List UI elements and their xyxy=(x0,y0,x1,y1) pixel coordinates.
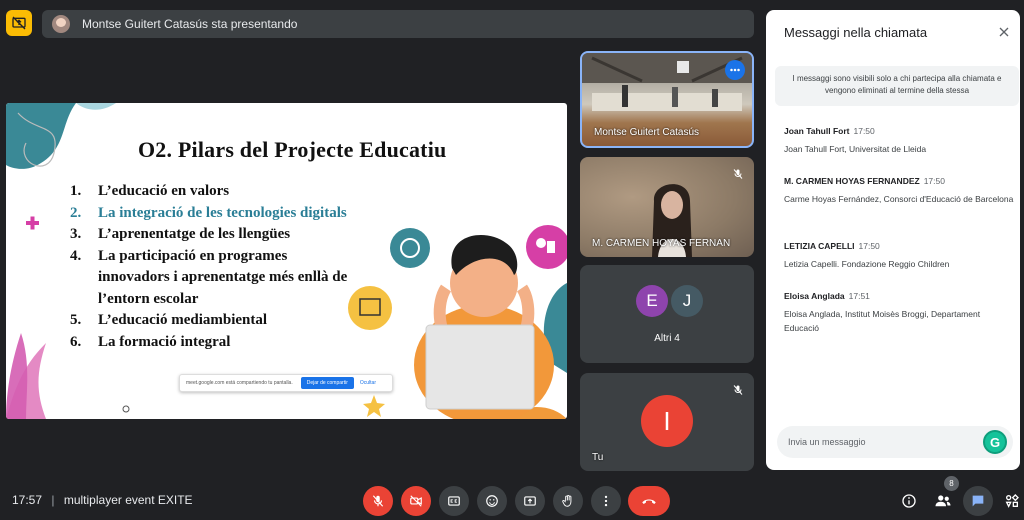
more-horiz-icon xyxy=(730,68,740,72)
slide-list-item: 4. La participació en programes xyxy=(70,247,288,264)
message-text: Letizia Capelli. Fondazione Reggio Child… xyxy=(784,259,950,269)
people-count-badge: 8 xyxy=(944,476,959,491)
activities-icon xyxy=(1005,494,1019,508)
clock-time: 17:57 xyxy=(12,493,43,507)
others-avatars: E J xyxy=(636,285,703,317)
mic-off-icon xyxy=(732,167,744,185)
close-chat-button[interactable] xyxy=(996,24,1012,40)
message-sender: M. CARMEN HOYAS FERNANDEZ xyxy=(784,176,920,186)
slide-list-item: l’entorn escolar xyxy=(98,290,199,307)
participant-tile-self[interactable]: I Tu xyxy=(580,373,754,471)
avatar: E xyxy=(636,285,668,317)
chat-input-placeholder: Invia un messaggio xyxy=(788,437,866,447)
reactions-button[interactable] xyxy=(477,486,507,516)
presenter-text: Montse Guitert Catasús sta presentando xyxy=(82,17,298,31)
more-options-button[interactable] xyxy=(591,486,621,516)
call-end-icon xyxy=(642,499,656,504)
slide-title: O2. Pilars del Projecte Educatiu xyxy=(138,137,447,162)
raise-hand-icon xyxy=(562,494,572,507)
slide-list-item: 3. L’aprenentatge de les llengües xyxy=(70,226,291,242)
presenter-avatar xyxy=(52,15,70,33)
message-time: 17:50 xyxy=(923,176,945,186)
share-notice-text: meet.google.com está compartiendo tu pan… xyxy=(186,380,293,386)
message-time: 17:50 xyxy=(853,126,875,136)
more-vert-icon xyxy=(604,495,608,507)
present-now-icon xyxy=(524,496,536,506)
emoji-icon xyxy=(486,495,498,507)
message-time: 17:51 xyxy=(848,291,870,301)
participant-tile-presenter[interactable]: Montse Guitert Catasús xyxy=(580,51,754,148)
meeting-info: 17:57 | multiplayer event EXITE xyxy=(12,493,193,507)
captions-button[interactable] xyxy=(439,486,469,516)
participant-name: M. CARMEN HOYAS FERNAN xyxy=(592,238,731,249)
message-text: Eloisa Anglada, Institut Moisès Broggi, … xyxy=(784,309,981,333)
raise-hand-button[interactable] xyxy=(553,486,583,516)
leave-call-button[interactable] xyxy=(628,486,670,516)
message-text: Carme Hoyas Fernández, Consorci d'Educac… xyxy=(784,194,1014,204)
meeting-details-button[interactable] xyxy=(896,488,922,514)
avatar: J xyxy=(671,285,703,317)
participant-name: Montse Guitert Catasús xyxy=(594,127,700,138)
info-icon xyxy=(902,494,916,508)
camera-toggle-button[interactable] xyxy=(401,486,431,516)
meeting-name: multiplayer event EXITE xyxy=(63,493,193,507)
chat-message: Joan Tahull Fort 17:50 Joan Tahull Fort, … xyxy=(784,126,1014,156)
participant-name: Tu xyxy=(592,452,604,463)
message-time: 17:50 xyxy=(858,241,880,251)
activities-button[interactable] xyxy=(999,488,1024,514)
grammarly-button[interactable]: G xyxy=(983,430,1007,454)
others-count-label: Altri 4 xyxy=(654,333,680,344)
videocam-off-icon xyxy=(410,495,422,507)
chat-message: LETIZIA CAPELLI 17:50 Letizia Capelli. Fo… xyxy=(784,241,1014,271)
chat-panel: Messaggi nella chiamata I messaggi sono … xyxy=(766,10,1020,470)
chat-message: Eloisa Anglada 17:51 Eloisa Anglada, Inst… xyxy=(784,291,1014,335)
slide-list: 1. L’educació en valors 2. La integració d… xyxy=(70,181,347,353)
chat-notice: I messaggi sono visibili solo a chi part… xyxy=(775,66,1019,106)
present-now-button[interactable] xyxy=(515,486,545,516)
close-icon xyxy=(999,27,1009,37)
tile-options-button[interactable] xyxy=(725,60,745,80)
chat-message: M. CARMEN HOYAS FERNANDEZ 17:50 Carme Hoy… xyxy=(784,176,1014,206)
slide-list-item: 6. La formació integral xyxy=(70,333,231,350)
people-icon xyxy=(935,495,951,507)
participant-tile-others[interactable]: E J Altri 4 xyxy=(580,265,754,363)
presenting-indicator-button[interactable] xyxy=(6,10,32,36)
people-button[interactable] xyxy=(930,488,956,514)
chat-title: Messaggi nella chiamata xyxy=(784,25,928,40)
participant-tile[interactable]: M. CARMEN HOYAS FERNAN xyxy=(580,157,754,257)
mic-off-icon xyxy=(732,383,744,401)
message-sender: LETIZIA CAPELLI xyxy=(784,241,855,251)
slide-list-item: 2. La integració de les tecnologies digit… xyxy=(70,204,347,221)
shared-slide: O2. Pilars del Projecte Educatiu 1. L’edu… xyxy=(6,103,567,419)
separator: | xyxy=(51,493,55,507)
avatar: I xyxy=(641,395,693,447)
present-to-all-off-icon xyxy=(12,16,26,30)
message-sender: Eloisa Anglada xyxy=(784,291,845,301)
mic-toggle-button[interactable] xyxy=(363,486,393,516)
message-text: Joan Tahull Fort, Universitat de Lleida xyxy=(784,144,927,154)
stop-sharing-button[interactable]: Dejar de compartir xyxy=(300,377,354,389)
closed-caption-icon xyxy=(448,496,460,506)
slide-list-item: 1. L’educació en valors xyxy=(70,183,230,199)
chat-button[interactable] xyxy=(963,486,993,516)
mic-off-icon xyxy=(372,495,384,507)
chat-message-input[interactable]: Invia un messaggio G xyxy=(777,426,1013,458)
slide-list-item: 5. L’educació mediambiental xyxy=(70,312,268,328)
hide-share-bar-link[interactable]: Ocultar xyxy=(360,380,376,386)
message-sender: Joan Tahull Fort xyxy=(784,126,850,136)
slide-list-item: innovadors i aprenentatge més enllà de xyxy=(98,269,348,285)
presenter-bar: Montse Guitert Catasús sta presentando xyxy=(42,10,754,38)
screen-share-notice-bar: meet.google.com está compartiendo tu pan… xyxy=(179,374,393,392)
chat-icon xyxy=(972,495,984,507)
